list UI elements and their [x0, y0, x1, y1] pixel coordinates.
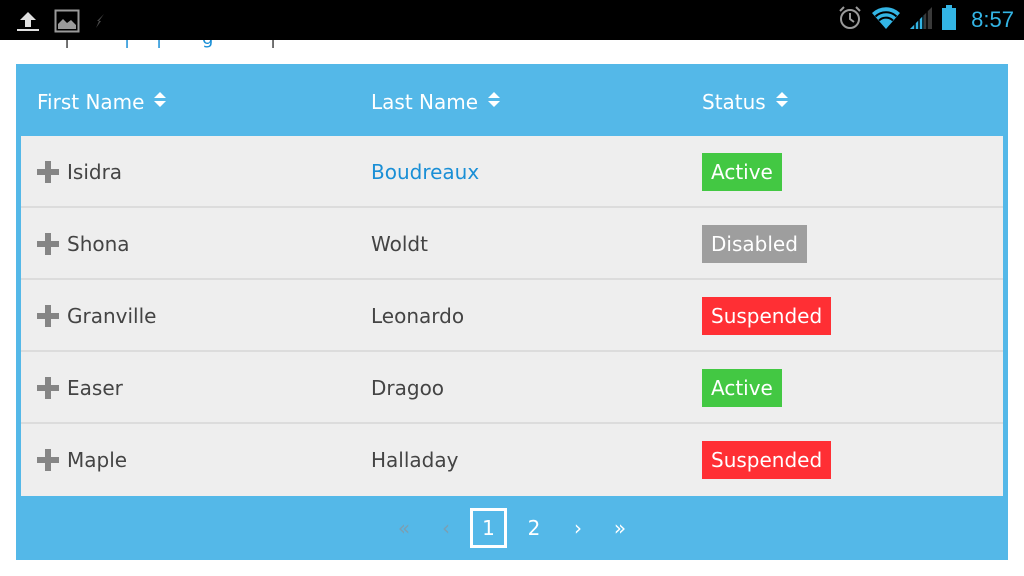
- first-name-cell: Maple: [67, 448, 128, 472]
- expand-row-icon[interactable]: [37, 233, 59, 255]
- data-table: First Name Last Name Status Isidra Boudr…: [16, 64, 1008, 560]
- status-badge: Suspended: [702, 297, 832, 335]
- last-name-cell: Woldt: [371, 232, 428, 256]
- expand-row-icon[interactable]: [37, 161, 59, 183]
- last-name-cell: Halladay: [371, 448, 459, 472]
- status-badge: Disabled: [702, 225, 807, 263]
- first-name-cell: Isidra: [67, 160, 123, 184]
- column-header-first-name[interactable]: First Name: [37, 63, 167, 139]
- next-page-button[interactable]: ›: [566, 508, 590, 548]
- alarm-icon: [837, 5, 863, 35]
- first-name-cell: Shona: [67, 232, 130, 256]
- first-name-cell: Granville: [67, 304, 157, 328]
- battery-icon: [941, 5, 957, 35]
- page-button-2[interactable]: 2: [522, 508, 546, 548]
- table-row: Easer Dragoo Active: [21, 352, 1003, 424]
- table-header: First Name Last Name Status: [16, 64, 1008, 136]
- last-name-cell: Leonardo: [371, 304, 465, 328]
- expand-row-icon[interactable]: [37, 377, 59, 399]
- last-page-button[interactable]: »: [608, 508, 632, 548]
- first-page-button[interactable]: «: [392, 508, 416, 548]
- status-badge: Active: [702, 369, 782, 407]
- clock-time: 8:57: [971, 7, 1014, 32]
- table-row: Isidra Boudreaux Active: [21, 136, 1003, 208]
- last-name-cell: Dragoo: [371, 376, 445, 400]
- column-header-status[interactable]: Status: [702, 64, 788, 136]
- gallery-icon: [54, 9, 80, 37]
- last-name-link[interactable]: Boudreaux: [371, 136, 479, 208]
- column-header-last-name[interactable]: Last Name: [371, 63, 501, 139]
- sort-icon[interactable]: [154, 63, 167, 139]
- page-button-1[interactable]: 1: [470, 508, 507, 548]
- status-badge: Suspended: [702, 441, 832, 479]
- scrolled-content-peek: | | | g |: [0, 40, 1024, 48]
- status-badge: Active: [702, 153, 782, 191]
- table-row: Maple Halladay Suspended: [21, 424, 1003, 496]
- prev-page-button[interactable]: ‹: [434, 508, 458, 548]
- table-row: Shona Woldt Disabled: [21, 208, 1003, 280]
- pagination: « ‹ 1 2 › »: [16, 496, 1008, 560]
- android-status-bar: 8:57: [0, 0, 1024, 40]
- upload-icon: [16, 10, 40, 36]
- sort-icon[interactable]: [775, 63, 788, 139]
- expand-row-icon[interactable]: [37, 305, 59, 327]
- cell-signal-icon: [909, 6, 933, 34]
- table-body: Isidra Boudreaux Active Shona Woldt Disa…: [21, 136, 1003, 496]
- sort-icon[interactable]: [488, 63, 501, 139]
- first-name-cell: Easer: [67, 376, 123, 400]
- no-signal-icon: [94, 13, 106, 33]
- table-row: Granville Leonardo Suspended: [21, 280, 1003, 352]
- wifi-icon: [871, 6, 901, 34]
- expand-row-icon[interactable]: [37, 449, 59, 471]
